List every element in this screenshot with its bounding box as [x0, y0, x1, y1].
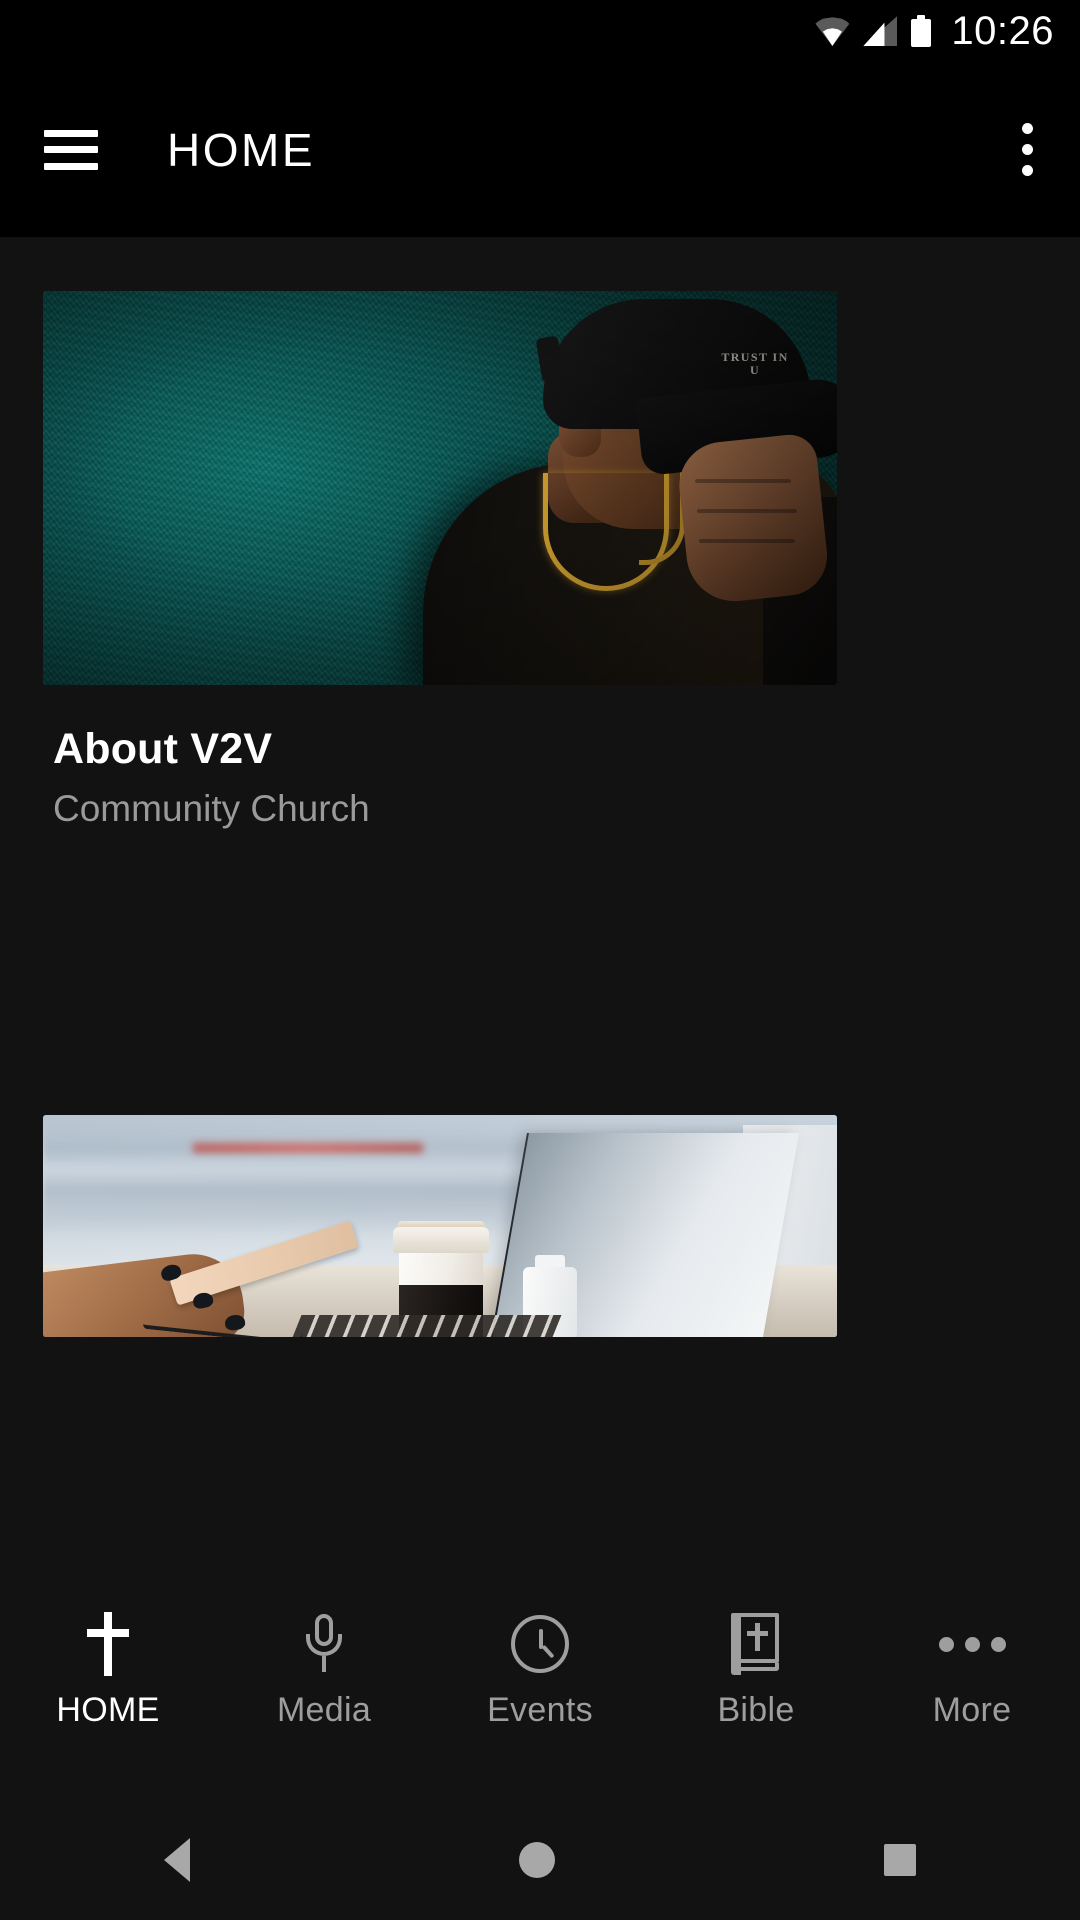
cellular-signal-icon	[863, 16, 898, 46]
status-bar: 10:26	[0, 0, 1080, 62]
tab-bible[interactable]: Bible	[648, 1611, 864, 1730]
card-second-feature[interactable]	[43, 1115, 837, 1337]
tab-media-label: Media	[276, 1691, 372, 1729]
battery-icon	[911, 15, 932, 47]
card-hero-image-2[interactable]	[43, 1115, 837, 1337]
clock-icon	[511, 1611, 569, 1677]
android-navigation-bar	[0, 1800, 1080, 1920]
recents-square-icon[interactable]	[883, 1844, 916, 1876]
home-circle-icon[interactable]	[518, 1842, 555, 1878]
hamburger-menu-icon[interactable]	[44, 129, 98, 170]
status-bar-clock: 10:26	[951, 9, 1054, 53]
card-about-v2v[interactable]: TRUST IN U About V2V Community Church	[43, 291, 837, 830]
back-triangle-icon[interactable]	[164, 1838, 191, 1882]
tab-home[interactable]: HOME	[0, 1611, 216, 1730]
ellipsis-icon	[938, 1611, 1006, 1677]
app-bar: HOME	[0, 62, 1080, 237]
tab-bible-label: Bible	[717, 1691, 795, 1729]
tab-media[interactable]: Media	[216, 1611, 432, 1730]
status-bar-icons	[815, 15, 932, 47]
app-screen: 10:26 HOME About V2V Community Church HO…	[0, 0, 1080, 1920]
card-hero-image-1[interactable]: TRUST IN U	[43, 291, 837, 685]
card-title: About V2V	[53, 725, 273, 773]
wifi-icon	[815, 16, 850, 46]
card-subtitle: Community Church	[53, 788, 370, 829]
tab-events-label: Events	[487, 1691, 593, 1729]
overflow-menu-icon[interactable]	[1022, 123, 1034, 176]
tab-events[interactable]: Events	[432, 1611, 648, 1730]
tab-home-label: HOME	[56, 1691, 160, 1729]
tab-more[interactable]: More	[864, 1611, 1080, 1730]
page-title: HOME	[167, 123, 315, 176]
microphone-icon	[302, 1611, 346, 1677]
bible-book-icon	[731, 1611, 781, 1677]
bottom-tab-bar: HOME Media Events Bible More	[0, 1585, 1080, 1800]
tab-more-label: More	[932, 1691, 1012, 1729]
cross-icon	[85, 1611, 131, 1677]
